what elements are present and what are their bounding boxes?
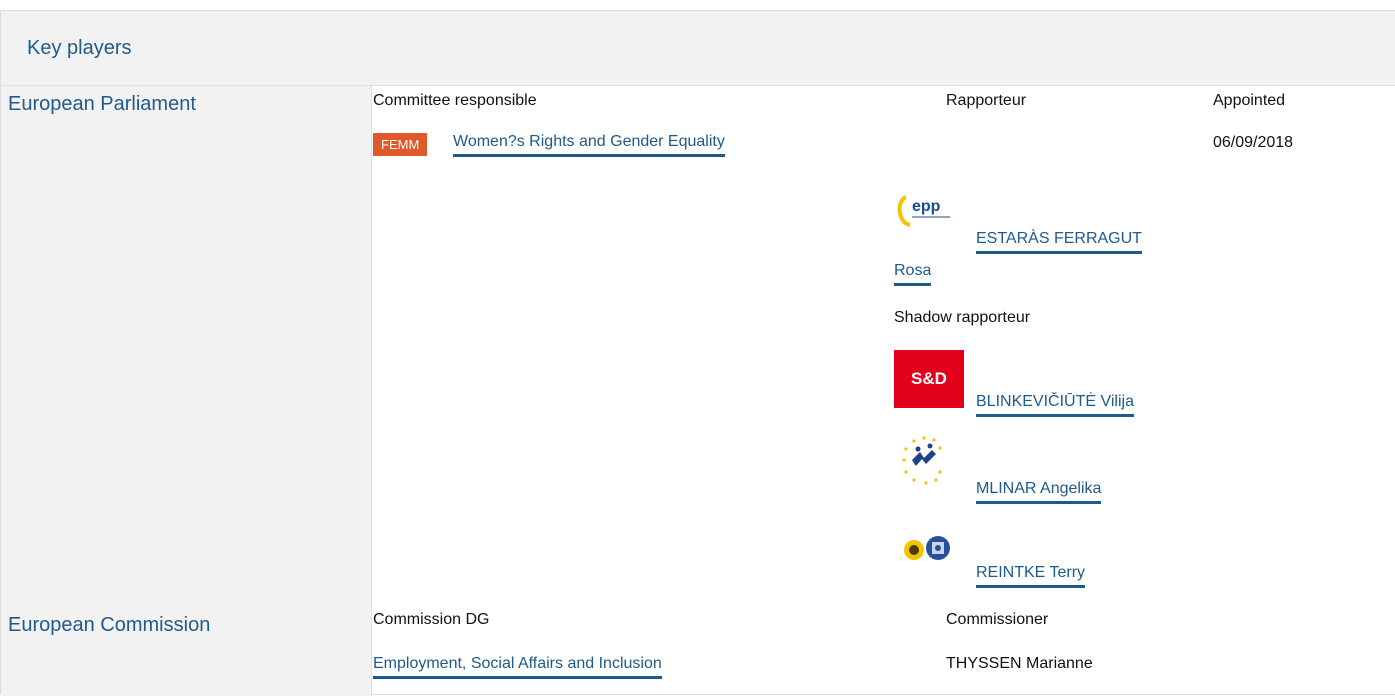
epp-logo-icon: epp: [894, 187, 966, 242]
european-commission-label: European Commission: [8, 614, 211, 636]
key-players-panel: Key players European Parliament European…: [0, 10, 1395, 696]
committee-responsible-header: Committee responsible: [373, 92, 537, 109]
appointed-date: 06/09/2018: [1213, 134, 1294, 151]
commissioner-header: Commissioner: [946, 611, 1049, 628]
rapporteur-name-link-line2[interactable]: Rosa: [894, 262, 932, 286]
shadow-rapporteur-link-3[interactable]: REINTKE Terry: [976, 564, 1086, 588]
shadow-rapporteur-link-2[interactable]: MLINAR Angelika: [976, 480, 1102, 504]
alde-logo-icon: [894, 432, 964, 492]
european-parliament-label: European Parliament: [8, 93, 196, 115]
shadow-rapporteur-header: Shadow rapporteur: [894, 309, 1031, 326]
s-and-d-logo-icon: S&D: [894, 350, 964, 408]
actor-column: European Parliament European Commission: [1, 86, 372, 696]
rapporteur-header: Rapporteur: [946, 92, 1027, 109]
greens-efa-logo-icon: [894, 524, 964, 569]
rapporteur-name-link-line1[interactable]: ESTARÀS FERRAGUT: [976, 230, 1142, 254]
commission-dg-link[interactable]: Employment, Social Affairs and Inclusion: [373, 655, 662, 679]
committee-link[interactable]: Women?s Rights and Gender Equality: [453, 133, 725, 157]
commission-dg-header: Commission DG: [373, 611, 490, 628]
svg-text:epp: epp: [912, 198, 941, 215]
femm-committee-badge: FEMM: [373, 133, 428, 156]
appointed-header: Appointed: [1213, 92, 1286, 109]
shadow-rapporteur-link-1[interactable]: BLINKEVIČIŪTĖ Vilija: [976, 393, 1134, 417]
key-players-title: Key players: [27, 37, 132, 59]
commissioner-name: THYSSEN Marianne: [946, 655, 1093, 672]
key-players-header: Key players: [1, 11, 1395, 86]
